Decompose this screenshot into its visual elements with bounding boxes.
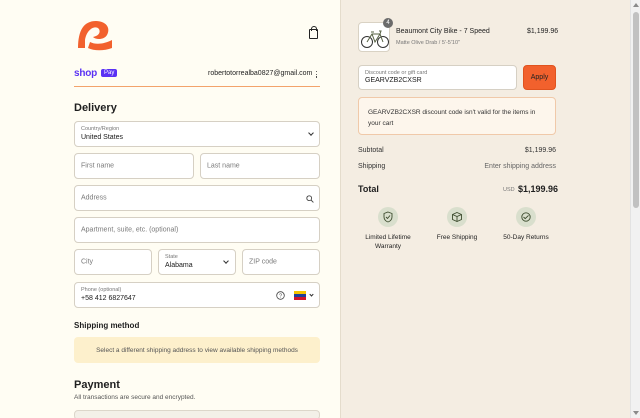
svg-text:?: ? bbox=[279, 294, 282, 300]
page-scrollbar[interactable] bbox=[630, 0, 640, 418]
scroll-up-icon[interactable] bbox=[633, 3, 639, 7]
total-label: Total bbox=[358, 184, 379, 194]
phone-field[interactable]: Phone (optional) +58 412 6827647 ? bbox=[74, 282, 320, 308]
product-variant: Matte Olive Drab / 5'-5'10" bbox=[396, 40, 460, 46]
feature-free-shipping: Free Shipping bbox=[427, 207, 487, 242]
search-icon bbox=[306, 195, 314, 203]
shipping-label: Shipping bbox=[358, 163, 386, 170]
first-name-placeholder: First name bbox=[81, 162, 115, 170]
address-placeholder: Address bbox=[81, 194, 107, 202]
more-options-icon[interactable] bbox=[316, 71, 318, 78]
apply-button[interactable]: Apply bbox=[523, 65, 556, 90]
currency-code: USD bbox=[503, 187, 515, 193]
scroll-down-icon[interactable] bbox=[633, 411, 639, 415]
account-email: robertotorrealba0827@gmail.com bbox=[208, 70, 313, 77]
state-value: Alabama bbox=[165, 262, 193, 269]
product-price: $1,199.96 bbox=[527, 28, 559, 35]
divider bbox=[74, 86, 320, 87]
payment-option[interactable] bbox=[74, 410, 320, 418]
box-icon bbox=[452, 212, 462, 222]
feature-label: 50-Day Returns bbox=[503, 234, 549, 241]
shipping-method-heading: Shipping method bbox=[74, 321, 140, 330]
discount-code-field[interactable]: Discount code or gift card GEARVZB2CXSR bbox=[358, 65, 517, 90]
subtotal-value: $1,199.96 bbox=[524, 147, 556, 154]
zip-placeholder: ZIP code bbox=[249, 258, 277, 266]
last-name-field[interactable]: Last name bbox=[200, 153, 320, 179]
country-label: Country/Region bbox=[81, 126, 120, 132]
discount-value: GEARVZB2CXSR bbox=[365, 77, 422, 84]
phone-label: Phone (optional) bbox=[81, 287, 122, 293]
delivery-heading: Delivery bbox=[74, 102, 117, 114]
shop-pay-logo[interactable]: shop bbox=[74, 68, 97, 79]
chevron-down-icon bbox=[223, 258, 229, 264]
city-placeholder: City bbox=[81, 258, 94, 266]
payment-heading: Payment bbox=[74, 379, 120, 391]
subtotal-label: Subtotal bbox=[358, 147, 384, 154]
country-value: United States bbox=[81, 134, 124, 141]
warranty-icon bbox=[383, 211, 393, 223]
state-select[interactable]: State Alabama bbox=[158, 249, 236, 275]
feature-label: Limited Lifetime Warranty bbox=[365, 234, 411, 250]
discount-label: Discount code or gift card bbox=[365, 70, 428, 76]
help-icon[interactable]: ? bbox=[276, 291, 285, 300]
country-select[interactable]: Country/Region United States bbox=[74, 121, 320, 147]
apartment-placeholder: Apartment, suite, etc. (optional) bbox=[81, 226, 179, 234]
venezuela-flag-icon[interactable] bbox=[294, 291, 306, 300]
first-name-field[interactable]: First name bbox=[74, 153, 194, 179]
chevron-down-icon bbox=[308, 130, 314, 136]
feature-returns: 50-Day Returns bbox=[496, 207, 556, 242]
scrollbar-thumb[interactable] bbox=[633, 12, 639, 208]
address-field[interactable]: Address bbox=[74, 185, 320, 211]
zip-field[interactable]: ZIP code bbox=[242, 249, 320, 275]
shipping-value: Enter shipping address bbox=[484, 163, 556, 170]
product-name: Beaumont City Bike - 7 Speed bbox=[396, 28, 490, 35]
brand-logo[interactable] bbox=[74, 18, 114, 52]
shop-pay-badge: Pay bbox=[101, 69, 118, 77]
payment-subtitle: All transactions are secure and encrypte… bbox=[74, 394, 196, 401]
shipping-method-notice: Select a different shipping address to v… bbox=[74, 337, 320, 363]
feature-warranty: Limited Lifetime Warranty bbox=[358, 207, 418, 251]
checkout-form-panel: shop Pay robertotorrealba0827@gmail.com … bbox=[0, 0, 340, 418]
last-name-placeholder: Last name bbox=[207, 162, 240, 170]
chevron-down-icon bbox=[309, 292, 314, 297]
apartment-field[interactable]: Apartment, suite, etc. (optional) bbox=[74, 217, 320, 243]
discount-error-message: GEARVZB2CXSR discount code isn't valid f… bbox=[358, 97, 556, 135]
quantity-badge: 4 bbox=[383, 18, 393, 28]
phone-value: +58 412 6827647 bbox=[81, 295, 136, 302]
shopping-bag-icon[interactable] bbox=[309, 26, 318, 39]
state-label: State bbox=[165, 254, 178, 260]
city-field[interactable]: City bbox=[74, 249, 152, 275]
total-value: $1,199.96 bbox=[518, 184, 559, 194]
returns-icon bbox=[521, 212, 531, 222]
feature-label: Free Shipping bbox=[436, 234, 478, 241]
